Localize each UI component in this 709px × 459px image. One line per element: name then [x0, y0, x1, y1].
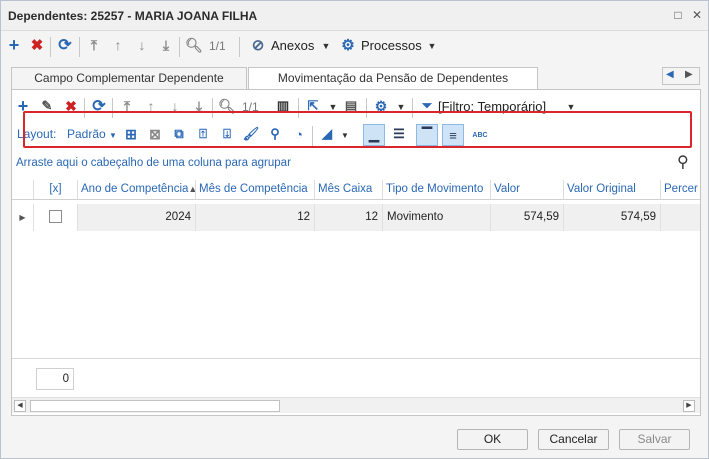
row-checkbox-cell [34, 204, 78, 231]
scrollbar-thumb[interactable] [30, 400, 280, 412]
footer-divider [12, 358, 700, 359]
select-column-header[interactable]: [x] [34, 180, 78, 200]
col-valor[interactable]: Valor [491, 180, 564, 200]
cell-mes-caixa: 12 [315, 204, 383, 231]
dialog-window: Dependentes: 25257 - MARIA JOANA FILHA □… [0, 0, 709, 459]
cancel-button[interactable]: Cancelar [538, 429, 609, 450]
cell-tipo: Movimento [383, 204, 491, 231]
close-icon[interactable]: ✕ [690, 7, 704, 23]
chevron-down-icon[interactable]: ▼ [317, 37, 335, 55]
processes-button[interactable]: Processos [361, 38, 422, 53]
add-icon[interactable]: + [5, 35, 23, 55]
tab-label: Movimentação da Pensão de Dependentes [277, 71, 509, 85]
highlight-box [23, 111, 692, 148]
cell-percentual [661, 204, 700, 231]
separator [239, 37, 240, 57]
title-bar: Dependentes: 25257 - MARIA JOANA FILHA □… [1, 1, 708, 31]
cell-valor-original: 574,59 [564, 204, 661, 231]
col-tipo-movimento[interactable]: Tipo de Movimento [383, 180, 491, 200]
paperclip-icon[interactable]: ⊘ [249, 36, 267, 54]
delete-icon[interactable]: ✖ [28, 36, 46, 54]
cell-mes: 12 [196, 204, 315, 231]
search-icon[interactable]: ⚲ [677, 152, 689, 172]
tab-label: Campo Complementar Dependente [34, 71, 224, 85]
column-label: Ano de Competência [81, 183, 189, 195]
chevron-down-icon[interactable]: ▼ [423, 37, 441, 55]
row-indicator-header [12, 180, 34, 200]
row-pointer-icon: ▶ [12, 204, 34, 231]
col-mes-competencia[interactable]: Mês de Competência [196, 180, 315, 200]
tab-scroll-right-icon[interactable]: ▶ [685, 69, 693, 80]
tab-movimentacao-pensao[interactable]: Movimentação da Pensão de Dependentes [248, 67, 538, 90]
col-mes-caixa[interactable]: Mês Caixa [315, 180, 383, 200]
gear-icon[interactable]: ⚙ [339, 36, 357, 54]
scroll-left-icon[interactable]: ◀ [14, 400, 26, 412]
col-ano-competencia[interactable]: Ano de Competência▲ [78, 180, 196, 200]
cell-valor: 574,59 [491, 204, 564, 231]
refresh-icon[interactable]: ⟳ [56, 36, 74, 54]
save-button[interactable]: Salvar [619, 429, 690, 450]
window-title: Dependentes: 25257 - MARIA JOANA FILHA [8, 9, 258, 23]
attachments-button[interactable]: Anexos [271, 38, 314, 53]
separator [179, 37, 180, 57]
tab-campo-complementar[interactable]: Campo Complementar Dependente [11, 67, 247, 89]
footer-count: 0 [36, 368, 74, 390]
horizontal-scrollbar[interactable]: ◀ ▶ [12, 397, 700, 413]
first-record-icon[interactable]: ⤒ [85, 36, 103, 54]
search-icon[interactable]: 🔍︎ [185, 36, 203, 54]
tab-scroller: ◀ ▶ [662, 67, 700, 85]
main-toolbar: + ✖ ⟳ ⤒ ↑ ↓ ⤓ 🔍︎ 1/1 ⊘ Anexos ▼ ⚙ Proces… [1, 33, 708, 61]
row-checkbox[interactable] [49, 210, 62, 223]
separator [50, 37, 51, 57]
scroll-right-icon[interactable]: ▶ [683, 400, 695, 412]
maximize-icon[interactable]: □ [671, 7, 685, 23]
sort-asc-icon: ▲ [188, 184, 195, 194]
last-record-icon[interactable]: ⤓ [157, 36, 175, 54]
col-percentual[interactable]: Percer [661, 180, 700, 200]
next-record-icon[interactable]: ↓ [133, 36, 151, 54]
record-counter: 1/1 [209, 39, 226, 53]
cell-ano: 2024 [78, 204, 196, 231]
separator [79, 37, 80, 57]
tab-scroll-left-icon[interactable]: ◀ [666, 69, 674, 80]
col-valor-original[interactable]: Valor Original [564, 180, 661, 200]
ok-button[interactable]: OK [457, 429, 528, 450]
previous-record-icon[interactable]: ↑ [109, 36, 127, 54]
tab-strip: Campo Complementar Dependente Movimentaç… [11, 67, 701, 91]
group-hint: Arraste aqui o cabeçalho de uma coluna p… [16, 157, 291, 169]
